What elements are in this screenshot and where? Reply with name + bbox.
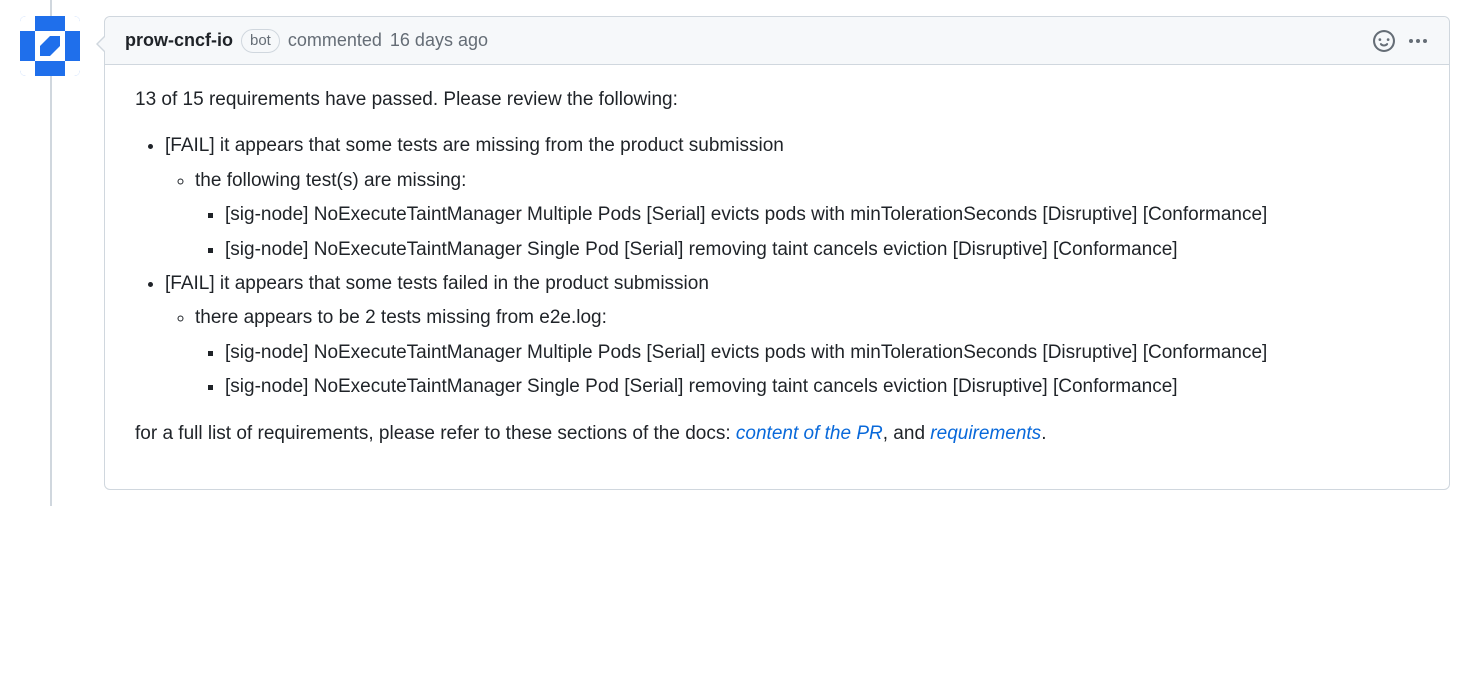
failure-subtitle: the following test(s) are missing: [195,170,466,191]
footer-text: for a full list of requirements, please … [135,419,1419,449]
bot-badge: bot [241,29,280,53]
failure-list: [FAIL] it appears that some tests are mi… [135,131,1419,402]
comment-timestamp[interactable]: 16 days ago [390,27,488,54]
comment-arrow [96,35,105,53]
intro-text: 13 of 15 requirements have passed. Pleas… [135,85,1419,115]
failure-sublist: the following test(s) are missing: [sig-… [165,166,1419,265]
kebab-menu-button[interactable] [1407,30,1429,52]
smiley-icon [1373,30,1395,52]
comment-container: prow-cncf-io bot commented 16 days ago [104,16,1450,490]
failure-subitem: there appears to be 2 tests missing from… [195,303,1419,402]
comment-action-text: commented [288,27,382,54]
kebab-dot-icon [1423,39,1427,43]
kebab-dot-icon [1416,39,1420,43]
footer-mid: , and [883,423,931,444]
test-item: [sig-node] NoExecuteTaintManager Single … [225,235,1419,265]
footer-suffix: . [1041,423,1046,444]
test-list: [sig-node] NoExecuteTaintManager Multipl… [195,200,1419,265]
test-item: [sig-node] NoExecuteTaintManager Single … [225,372,1419,402]
doc-link-content[interactable]: content of the PR [736,423,883,444]
add-reaction-button[interactable] [1373,30,1395,52]
avatar-image [20,16,80,76]
comment-header: prow-cncf-io bot commented 16 days ago [105,17,1449,65]
failure-item: [FAIL] it appears that some tests are mi… [165,131,1419,265]
failure-item: [FAIL] it appears that some tests failed… [165,269,1419,403]
comment-header-actions [1373,30,1429,52]
author-link[interactable]: prow-cncf-io [125,27,233,54]
timeline-comment: prow-cncf-io bot commented 16 days ago [0,0,1470,506]
avatar[interactable] [20,16,80,76]
failure-title: [FAIL] it appears that some tests failed… [165,273,709,294]
kebab-dot-icon [1409,39,1413,43]
failure-sublist: there appears to be 2 tests missing from… [165,303,1419,402]
failure-title: [FAIL] it appears that some tests are mi… [165,135,784,156]
failure-subtitle: there appears to be 2 tests missing from… [195,307,607,328]
comment-header-left: prow-cncf-io bot commented 16 days ago [125,27,488,54]
doc-link-requirements[interactable]: requirements [930,423,1041,444]
failure-subitem: the following test(s) are missing: [sig-… [195,166,1419,265]
test-item: [sig-node] NoExecuteTaintManager Multipl… [225,338,1419,368]
test-list: [sig-node] NoExecuteTaintManager Multipl… [195,338,1419,403]
test-item: [sig-node] NoExecuteTaintManager Multipl… [225,200,1419,230]
comment-body: 13 of 15 requirements have passed. Pleas… [105,65,1449,489]
footer-prefix: for a full list of requirements, please … [135,423,736,444]
